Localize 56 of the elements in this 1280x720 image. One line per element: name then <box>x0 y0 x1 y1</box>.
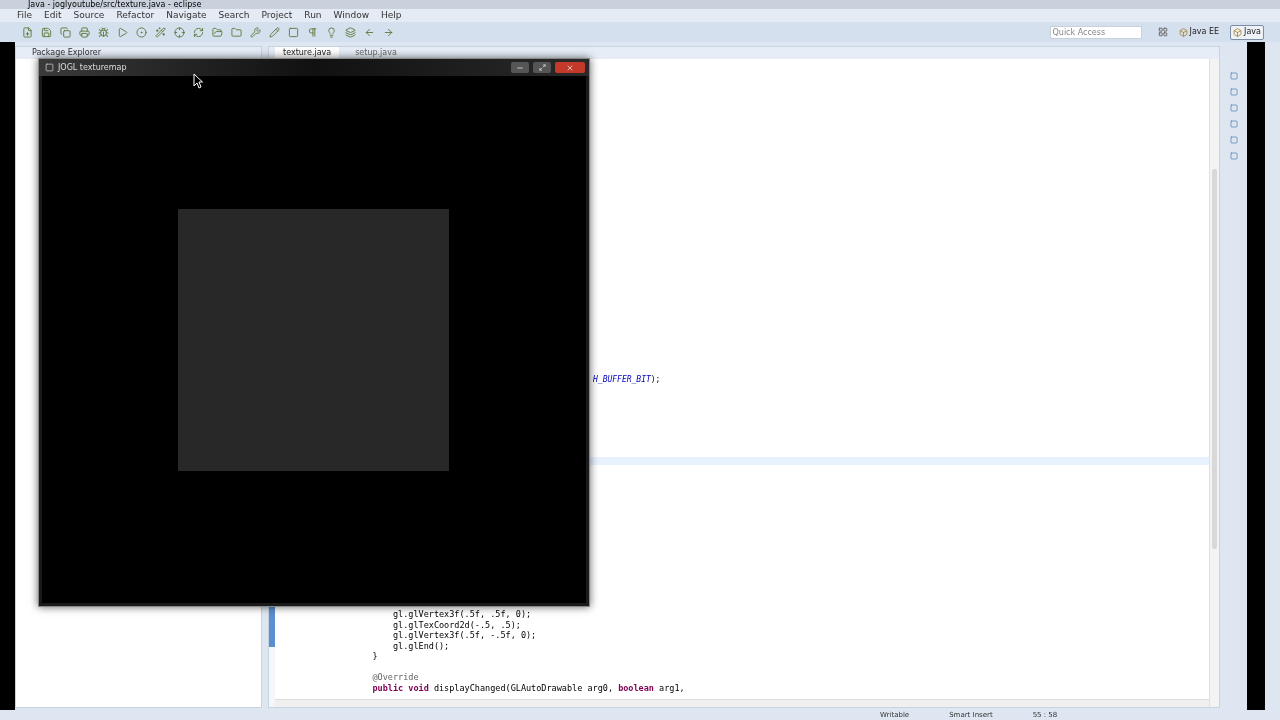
perspective-icon <box>1178 27 1188 37</box>
refresh-icon[interactable] <box>193 26 204 38</box>
app-icon <box>45 63 54 72</box>
crosshair-icon[interactable] <box>174 26 185 38</box>
code-line: gl.glEnd(); <box>391 640 451 651</box>
vertical-scrollbar[interactable] <box>1209 59 1219 707</box>
editor-tab[interactable]: texture.java <box>275 47 340 59</box>
wand-icon[interactable] <box>155 26 166 38</box>
folder-icon[interactable] <box>231 26 242 38</box>
editor-tab[interactable]: setup.java <box>347 47 405 59</box>
square-icon[interactable] <box>288 26 299 38</box>
maximize-icon <box>538 64 546 71</box>
folder-open-icon[interactable] <box>212 26 223 38</box>
pencil-icon[interactable] <box>269 26 280 38</box>
menu-item[interactable]: Project <box>261 8 293 23</box>
menu-item[interactable]: Source <box>73 8 105 23</box>
minimize-button[interactable] <box>511 62 529 73</box>
menu-item[interactable]: File <box>17 8 33 23</box>
perspective-button[interactable]: Java <box>1230 24 1264 40</box>
code-line: } <box>371 651 379 662</box>
menu-item[interactable]: Window <box>333 8 370 23</box>
play-icon[interactable] <box>117 26 128 38</box>
copy-icon[interactable] <box>60 26 71 38</box>
menu-item[interactable]: Edit <box>44 8 62 23</box>
lightbulb-icon[interactable] <box>326 26 337 38</box>
code-line: @Override <box>371 672 420 683</box>
horizontal-scrollbar[interactable] <box>275 699 1209 707</box>
maximize-button[interactable] <box>533 62 551 73</box>
back-icon[interactable] <box>364 26 375 38</box>
window-title: Java - joglyoutube/src/texture.java - eclipse <box>28 0 202 9</box>
code-line: gl.glVertex3f(.5f, .5f, 0); <box>391 609 533 620</box>
menu-item[interactable]: Run <box>304 8 322 23</box>
save-icon[interactable] <box>41 26 52 38</box>
target-icon[interactable] <box>136 26 147 38</box>
menu-item[interactable]: Help <box>381 8 402 23</box>
pilcrow-icon[interactable] <box>307 26 318 38</box>
bug-icon[interactable] <box>98 26 109 38</box>
window-title: JOGL texturemap <box>58 61 127 74</box>
code-line: public void displayChanged(GLAutoDrawable arg0, boolean arg1, <box>371 682 686 693</box>
perspective-icon <box>1233 27 1243 37</box>
code-line: gl.glVertex3f(.5f, -.5f, 0); <box>391 630 538 641</box>
perspective-button[interactable]: Java EE <box>1175 24 1223 40</box>
open-perspective-icon[interactable] <box>1157 27 1168 37</box>
code-line: H_BUFFER_BIT); <box>592 375 662 385</box>
close-icon <box>566 63 574 72</box>
quick-access-field[interactable]: Quick Access <box>1049 25 1142 39</box>
print-icon[interactable] <box>79 26 90 38</box>
code-line: gl.glTexCoord2d(-.5, .5); <box>391 619 522 630</box>
new-file-icon[interactable] <box>22 26 33 38</box>
menu-item[interactable]: Refactor <box>116 8 155 23</box>
wrench-icon[interactable] <box>250 26 261 38</box>
menu-item[interactable]: Search <box>218 8 250 23</box>
layers-icon[interactable] <box>345 26 356 38</box>
menu-item[interactable]: Navigate <box>166 8 207 23</box>
close-button[interactable] <box>555 62 585 73</box>
forward-icon[interactable] <box>383 26 394 38</box>
